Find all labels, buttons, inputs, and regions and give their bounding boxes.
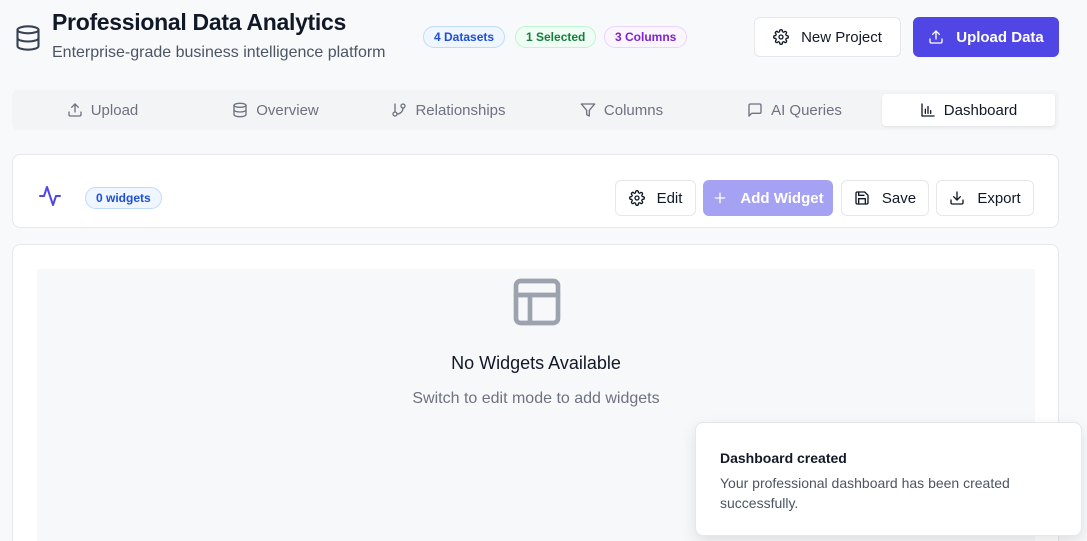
tab-label: AI Queries bbox=[771, 101, 842, 119]
new-project-label: New Project bbox=[801, 28, 882, 46]
git-branch-icon bbox=[392, 103, 407, 117]
upload-data-button[interactable]: Upload Data bbox=[913, 17, 1059, 57]
new-project-button[interactable]: New Project bbox=[754, 17, 901, 57]
toast-title: Dashboard created bbox=[720, 450, 847, 466]
tab-label: Overview bbox=[256, 101, 319, 119]
bar-chart-icon bbox=[921, 103, 935, 117]
selected-badge: 1 Selected bbox=[515, 26, 597, 48]
download-icon bbox=[950, 191, 964, 205]
tab-ai-queries[interactable]: AI Queries bbox=[708, 94, 881, 126]
tab-label: Upload bbox=[90, 101, 139, 119]
gear-icon bbox=[628, 190, 645, 206]
database-icon bbox=[16, 25, 40, 51]
database-icon bbox=[233, 102, 247, 118]
save-button[interactable]: Save bbox=[841, 180, 929, 216]
save-icon bbox=[855, 191, 869, 205]
upload-data-label: Upload Data bbox=[956, 28, 1044, 46]
add-widget-button[interactable]: Add Widget bbox=[703, 180, 833, 216]
page-title: Professional Data Analytics bbox=[52, 9, 346, 35]
export-label: Export bbox=[977, 189, 1021, 207]
tab-relationships[interactable]: Relationships bbox=[362, 94, 535, 126]
tab-bar: Upload Overview Relationships Columns AI… bbox=[12, 90, 1059, 130]
page-subtitle: Enterprise-grade business intelligence p… bbox=[52, 44, 386, 61]
save-label: Save bbox=[881, 189, 917, 207]
plus-icon bbox=[715, 192, 726, 204]
widget-count-badge: 0 widgets bbox=[85, 187, 162, 209]
message-icon bbox=[748, 103, 762, 117]
activity-icon bbox=[39, 186, 61, 206]
tab-overview[interactable]: Overview bbox=[189, 94, 362, 126]
filter-icon bbox=[580, 103, 596, 117]
columns-badge: 3 Columns bbox=[604, 26, 688, 48]
toast-message: Your professional dashboard has been cre… bbox=[720, 475, 1010, 511]
add-widget-label: Add Widget bbox=[740, 189, 824, 207]
export-button[interactable]: Export bbox=[936, 180, 1034, 216]
gear-icon bbox=[773, 29, 789, 45]
tab-label: Relationships bbox=[415, 101, 506, 119]
upload-icon bbox=[68, 103, 82, 117]
tab-upload[interactable]: Upload bbox=[16, 94, 189, 126]
upload-icon bbox=[929, 30, 943, 44]
tab-columns[interactable]: Columns bbox=[535, 94, 708, 126]
dashboard-toolbar: 0 widgets Edit Add Widget Save Export bbox=[12, 154, 1059, 228]
datasets-badge: 4 Datasets bbox=[423, 26, 506, 48]
header: Professional Data Analytics Enterprise-g… bbox=[0, 0, 1087, 80]
empty-state-subtitle: Switch to edit mode to add widgets bbox=[412, 390, 660, 407]
edit-label: Edit bbox=[656, 189, 683, 207]
tab-label: Dashboard bbox=[943, 101, 1018, 119]
app-root: Professional Data Analytics Enterprise-g… bbox=[0, 0, 1087, 541]
tab-label: Columns bbox=[603, 101, 664, 119]
tab-dashboard[interactable]: Dashboard bbox=[882, 94, 1055, 126]
toast-notification[interactable]: Dashboard created Your professional dash… bbox=[695, 422, 1082, 536]
layout-icon bbox=[513, 278, 561, 326]
edit-button[interactable]: Edit bbox=[615, 180, 696, 216]
empty-state-title: No Widgets Available bbox=[451, 353, 621, 373]
